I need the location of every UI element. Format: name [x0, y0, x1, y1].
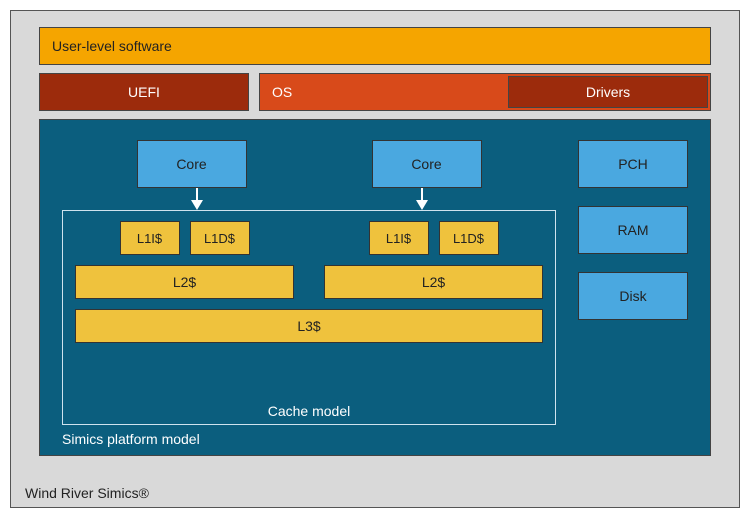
platform-box: Core Core [39, 119, 711, 456]
user-level-box: User-level software [39, 27, 711, 65]
drivers-box: Drivers [508, 76, 708, 108]
l1d-label: L1D$ [453, 231, 484, 246]
l3-label: L3$ [297, 318, 320, 334]
l1i-box: L1I$ [120, 221, 180, 255]
arrow-down-icon [367, 188, 477, 210]
outer-frame: User-level software UEFI OS Drivers Core… [10, 10, 740, 508]
cache-model-label: Cache model [63, 403, 555, 419]
cache-model-box: L1I$ L1D$ L1I$ L1D$ [62, 210, 556, 425]
pch-box: PCH [578, 140, 688, 188]
l1i-label: L1I$ [137, 231, 162, 246]
l1i-label: L1I$ [386, 231, 411, 246]
l1d-box: L1D$ [190, 221, 250, 255]
drivers-label: Drivers [586, 84, 630, 100]
disk-box: Disk [578, 272, 688, 320]
disk-label: Disk [619, 288, 646, 304]
uefi-label: UEFI [128, 84, 160, 100]
platform-body: Core Core [62, 140, 688, 425]
right-column: PCH RAM Disk [578, 140, 688, 425]
l1-row: L1I$ L1D$ L1I$ L1D$ [75, 221, 543, 255]
outer-label: Wind River Simics® [25, 485, 149, 501]
core-box-1: Core [372, 140, 482, 188]
l2-label: L2$ [173, 274, 196, 290]
mid-row: UEFI OS Drivers [39, 73, 711, 111]
l2-box-1: L2$ [324, 265, 543, 299]
core-box-0: Core [137, 140, 247, 188]
uefi-box: UEFI [39, 73, 249, 111]
pch-label: PCH [618, 156, 648, 172]
os-label: OS [272, 84, 292, 100]
ram-box: RAM [578, 206, 688, 254]
l1d-box: L1D$ [439, 221, 499, 255]
core-label: Core [176, 156, 206, 172]
l1-pair-right: L1I$ L1D$ [324, 221, 543, 255]
l1i-box: L1I$ [369, 221, 429, 255]
arrows-row [62, 188, 556, 210]
l3-box: L3$ [75, 309, 543, 343]
left-column: Core Core [62, 140, 556, 425]
user-level-label: User-level software [52, 38, 172, 54]
core-label: Core [411, 156, 441, 172]
l1d-label: L1D$ [204, 231, 235, 246]
l2-box-0: L2$ [75, 265, 294, 299]
outer-label-text: Wind River Simics® [25, 485, 149, 501]
os-box: OS Drivers [259, 73, 711, 111]
l2-label: L2$ [422, 274, 445, 290]
l1-pair-left: L1I$ L1D$ [75, 221, 294, 255]
l2-row: L2$ L2$ [75, 265, 543, 299]
ram-label: RAM [617, 222, 648, 238]
platform-label: Simics platform model [62, 431, 200, 447]
cores-row: Core Core [62, 140, 556, 188]
arrow-down-icon [142, 188, 252, 210]
